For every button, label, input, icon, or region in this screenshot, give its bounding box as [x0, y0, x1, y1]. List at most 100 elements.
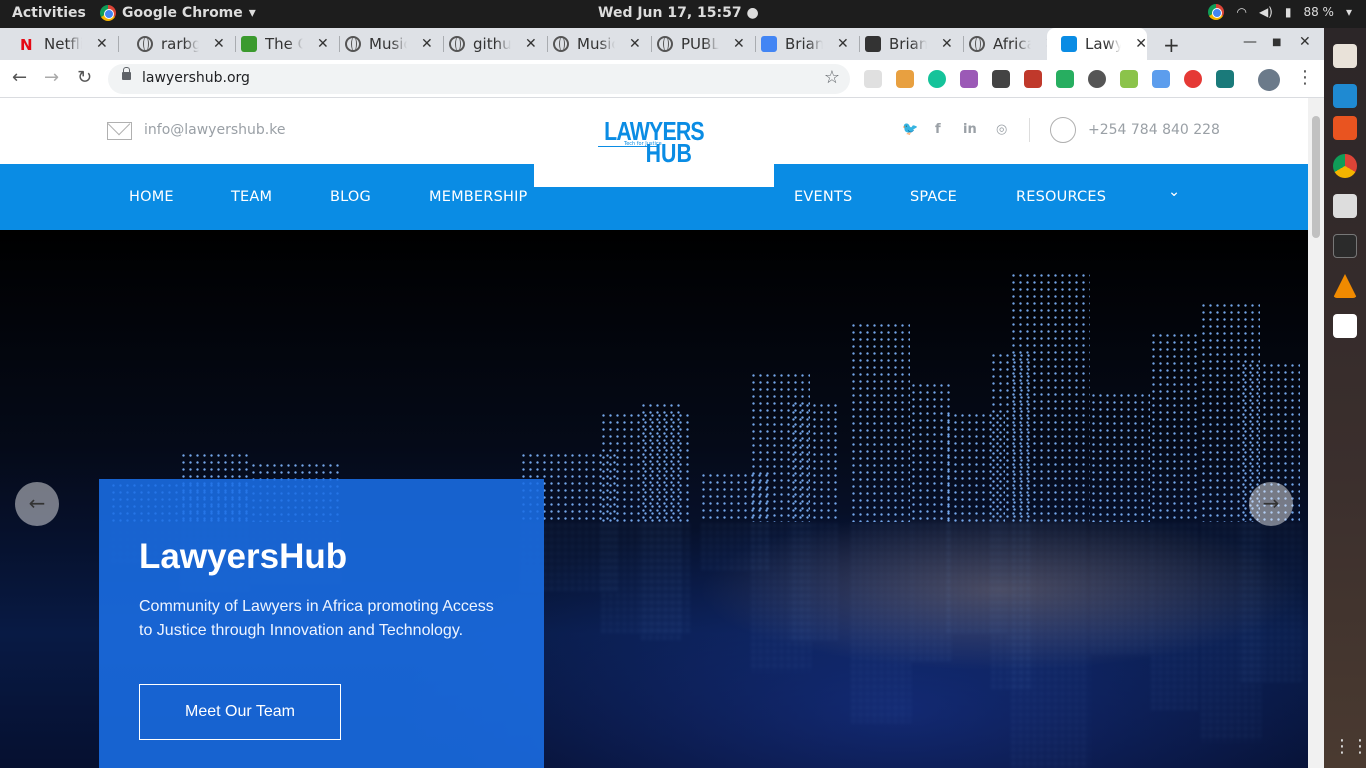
close-icon[interactable]: ✕	[733, 36, 745, 52]
terminal-icon[interactable]	[1333, 234, 1357, 258]
tab-title: Africa	[993, 35, 1031, 53]
nav-item-space[interactable]: SPACE	[910, 189, 957, 205]
hand-icon[interactable]	[1184, 70, 1202, 88]
tab[interactable]: Music ✕	[339, 28, 444, 60]
colorpicker-icon[interactable]	[960, 70, 978, 88]
forward-icon[interactable]: →	[44, 67, 59, 88]
tab[interactable]: Lawye ✕	[1047, 28, 1147, 60]
tab[interactable]: Music ✕	[547, 28, 652, 60]
tab[interactable]: rarbg ✕	[131, 28, 236, 60]
nav-item-team[interactable]: TEAM	[231, 189, 272, 205]
page-scrollbar[interactable]	[1308, 98, 1324, 768]
system-tray[interactable]: ◠ ◀) ▮ 88 % ▾	[1208, 4, 1352, 20]
close-icon[interactable]: ✕	[96, 36, 108, 52]
header-phone[interactable]: +254 784 840 228	[1088, 122, 1220, 138]
close-icon[interactable]: ✕	[213, 36, 225, 52]
reflection	[1150, 522, 1200, 712]
minimize-icon[interactable]: —	[1243, 34, 1257, 50]
nav-item-blog[interactable]: BLOG	[330, 189, 371, 205]
vlc-icon[interactable]	[1333, 274, 1357, 298]
linkedin-icon[interactable]: in	[963, 122, 977, 137]
shield-icon[interactable]	[1024, 70, 1042, 88]
extension-icon[interactable]	[896, 70, 914, 88]
system-top-bar: Activities Google Chrome ▾ Wed Jun 17, 1…	[0, 0, 1366, 28]
close-icon[interactable]: ✕	[629, 36, 641, 52]
chevron-down-icon: ▾	[248, 5, 256, 21]
close-icon[interactable]: ✕	[837, 36, 849, 52]
lawyershub-icon	[1061, 36, 1077, 52]
chevron-down-icon[interactable]: ⌄	[1168, 184, 1180, 200]
grammarly-icon[interactable]	[928, 70, 946, 88]
nav-item-resources[interactable]: RESOURCES	[1016, 189, 1106, 205]
wifi-icon: ◠	[1236, 5, 1247, 19]
app-name: Google Chrome	[122, 5, 243, 21]
app-icon[interactable]	[1333, 314, 1357, 338]
close-icon[interactable]: ✕	[525, 36, 537, 52]
tab[interactable]: Brian ✕	[859, 28, 964, 60]
tab-title: github	[473, 35, 511, 53]
extension-icon[interactable]	[1216, 70, 1234, 88]
mail-icon	[107, 122, 132, 140]
facebook-icon[interactable]: f	[935, 122, 941, 137]
reload-icon[interactable]: ↻	[77, 67, 92, 88]
bookmark-star-icon[interactable]: ☆	[824, 67, 840, 88]
nav-item-home[interactable]: HOME	[129, 189, 174, 205]
close-icon[interactable]: ✕	[317, 36, 329, 52]
building	[850, 322, 910, 522]
tab-title: Brian	[889, 35, 927, 53]
close-icon[interactable]: ✕	[421, 36, 433, 52]
close-icon[interactable]: ✕	[1299, 34, 1311, 50]
volume-icon: ◀)	[1258, 5, 1273, 19]
battery-level: 88 %	[1303, 5, 1334, 19]
new-tab-button[interactable]: +	[1163, 33, 1180, 57]
extension-icon[interactable]	[1056, 70, 1074, 88]
instagram-icon[interactable]: ◎	[996, 122, 1007, 137]
scrollbar-thumb[interactable]	[1312, 116, 1320, 238]
logo-text-bottom: HUB	[645, 138, 692, 168]
profile-avatar[interactable]	[1258, 69, 1280, 91]
tab[interactable]: Brian ✕	[755, 28, 860, 60]
tab[interactable]: The O ✕	[235, 28, 340, 60]
nav-item-events[interactable]: EVENTS	[794, 189, 852, 205]
speed-icon[interactable]	[1088, 70, 1106, 88]
arrow-right-icon[interactable]: →	[1249, 482, 1293, 526]
extension-icon[interactable]	[1120, 70, 1138, 88]
extension-icon[interactable]	[1152, 70, 1170, 88]
close-icon[interactable]: ✕	[941, 36, 953, 52]
tab-title: Music	[577, 35, 615, 53]
tab[interactable]: github ✕	[443, 28, 548, 60]
back-icon[interactable]: ←	[12, 67, 27, 88]
reflection	[1010, 522, 1090, 768]
building	[790, 402, 840, 522]
twitter-icon[interactable]: 🐦	[902, 122, 918, 137]
tab-title: Lawye	[1085, 35, 1122, 53]
hero-description: Community of Lawyers in Africa promoting…	[139, 598, 494, 639]
activities-button[interactable]: Activities	[12, 5, 86, 21]
clock[interactable]: Wed Jun 17, 15:57 ●	[598, 5, 759, 21]
vscode-icon[interactable]	[1333, 84, 1357, 108]
site-logo[interactable]: LAWYERS Tech for Justice HUB	[534, 98, 774, 187]
tab[interactable]: PUBLI ✕	[651, 28, 756, 60]
app-menu[interactable]: Google Chrome ▾	[100, 5, 256, 21]
reflection	[910, 522, 950, 662]
files-icon[interactable]	[1333, 44, 1357, 68]
menu-icon[interactable]: ⋮	[1296, 67, 1314, 88]
json-icon[interactable]	[992, 70, 1010, 88]
software-icon[interactable]	[1333, 116, 1357, 140]
header-email[interactable]: info@lawyershub.ke	[144, 122, 285, 138]
close-icon[interactable]: ✕	[1135, 36, 1147, 52]
screenshot-icon[interactable]	[1333, 194, 1357, 218]
nav-item-membership[interactable]: MEMBERSHIP	[429, 189, 528, 205]
meet-our-team-button[interactable]: Meet Our Team	[139, 684, 341, 740]
leaf-icon	[241, 36, 257, 52]
maximize-icon[interactable]: ■	[1272, 37, 1281, 48]
chrome-dock-icon[interactable]	[1333, 154, 1357, 178]
globe-icon	[345, 36, 361, 52]
extension-icon[interactable]	[864, 70, 882, 88]
tab[interactable]: N Netflix ✕	[14, 28, 119, 60]
chevron-down-icon: ▾	[1345, 5, 1352, 19]
show-apps-icon[interactable]: ⋮⋮	[1333, 736, 1366, 760]
arrow-left-icon[interactable]: ←	[15, 482, 59, 526]
building	[640, 402, 680, 522]
address-bar[interactable]: lawyershub.org ☆	[108, 64, 850, 94]
